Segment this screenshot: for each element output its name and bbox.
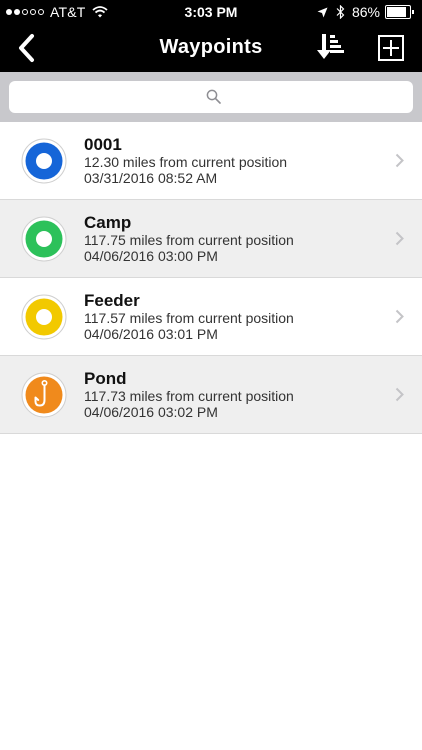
chevron-right-icon — [395, 387, 404, 402]
green-ring-icon — [21, 216, 67, 262]
search-icon — [206, 89, 221, 104]
sort-icon — [317, 34, 344, 59]
plus-icon — [378, 35, 404, 61]
blue-ring-icon — [21, 138, 67, 184]
waypoint-name: Camp — [84, 213, 132, 232]
waypoint-row[interactable]: Feeder 117.57 miles from current positio… — [0, 278, 422, 356]
waypoint-row[interactable]: 0001 12.30 miles from current position 0… — [0, 122, 422, 200]
waypoint-date: 04/06/2016 03:01 PM — [84, 326, 218, 342]
chevron-right-icon — [395, 231, 404, 246]
waypoint-date: 04/06/2016 03:02 PM — [84, 404, 218, 420]
location-arrow-icon — [317, 7, 328, 17]
battery-percentage: 86% — [351, 4, 380, 20]
waypoint-distance: 117.73 miles from current position — [84, 388, 294, 404]
fish-hook-icon — [21, 372, 67, 418]
waypoint-name: Feeder — [84, 291, 140, 310]
waypoint-distance: 12.30 miles from current position — [84, 154, 288, 170]
navigation-bar: Waypoints — [0, 24, 422, 72]
bluetooth-icon — [336, 5, 345, 19]
yellow-ring-icon — [21, 294, 67, 340]
search-bar-container — [0, 72, 422, 122]
status-bar: AT&T 3:03 PM 86% — [0, 0, 422, 24]
waypoint-distance: 117.57 miles from current position — [84, 310, 294, 326]
search-input[interactable] — [9, 81, 413, 113]
page-title: Waypoints — [159, 36, 263, 58]
waypoint-row[interactable]: Camp 117.75 miles from current position … — [0, 200, 422, 278]
waypoint-date: 04/06/2016 03:00 PM — [84, 248, 218, 264]
waypoint-date: 03/31/2016 08:52 AM — [84, 170, 218, 186]
waypoint-list: 0001 12.30 miles from current position 0… — [0, 122, 422, 434]
chevron-right-icon — [395, 153, 404, 168]
sort-button[interactable] — [316, 33, 346, 61]
add-waypoint-button[interactable] — [378, 35, 404, 61]
waypoint-distance: 117.75 miles from current position — [84, 232, 294, 248]
waypoint-row[interactable]: Pond 117.73 miles from current position … — [0, 356, 422, 434]
waypoint-name: Pond — [84, 369, 127, 388]
waypoint-name: 0001 — [84, 135, 122, 154]
battery-icon — [385, 5, 414, 19]
chevron-right-icon — [395, 309, 404, 324]
